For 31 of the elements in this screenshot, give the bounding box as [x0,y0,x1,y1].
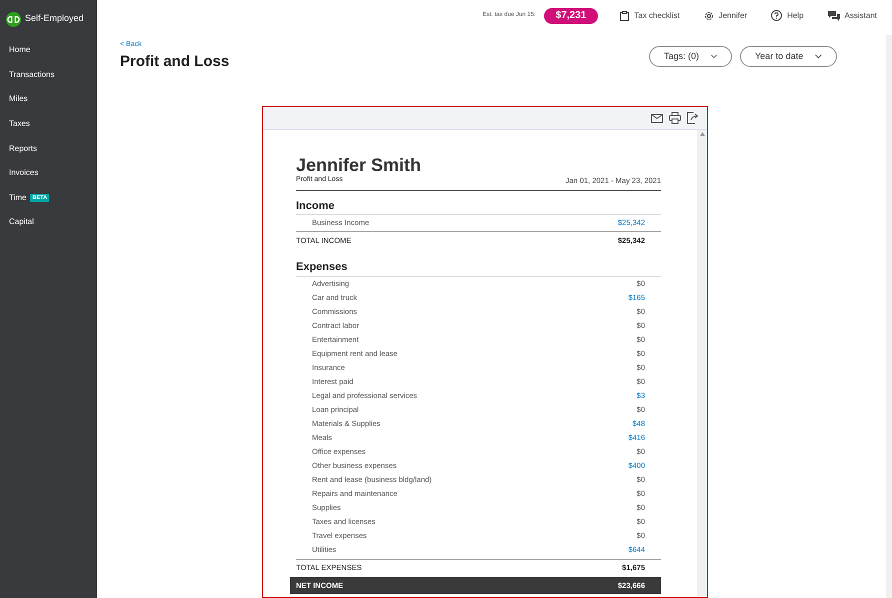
chevron-down-icon [711,54,717,60]
nav-item[interactable]: Reports [9,142,38,155]
chat-icon [828,10,840,21]
section-heading: Income [296,198,661,216]
top-link[interactable]: Jennifer [704,10,748,22]
mail-icon[interactable] [651,114,663,123]
filter-dropdown[interactable]: Tags: (0) [649,46,732,68]
nav-item[interactable]: Time [9,192,26,204]
nav-item[interactable]: Home [9,44,30,56]
top-link[interactable]: Assistant [828,10,877,22]
nav-item[interactable]: Transactions [9,68,54,81]
chevron-down-icon [815,54,822,60]
logo-icon [6,12,21,26]
filter-dropdown[interactable]: Year to date [740,46,837,68]
settings-icon [704,10,714,21]
tax-amount-badge[interactable]: $7,231 [544,8,598,24]
print-icon[interactable] [669,112,681,124]
export-icon[interactable] [687,112,699,124]
nav-item[interactable]: Miles [9,93,28,106]
nav-item[interactable]: Taxes [9,118,30,130]
report-scrollbar[interactable] [697,130,707,597]
nav-item[interactable]: Capital [9,216,34,228]
top-link[interactable]: Help [771,10,804,22]
help-icon [771,10,782,22]
section-heading: Expenses [296,259,661,277]
top-link[interactable]: Tax checklist [620,10,680,22]
nav-item[interactable]: Invoices [9,167,38,180]
app-name: Self-Employed [25,12,84,26]
page-title: Profit and Loss [120,52,230,72]
clipboard-icon [620,10,630,21]
report-owner-name: Jennifer Smith [296,155,422,176]
